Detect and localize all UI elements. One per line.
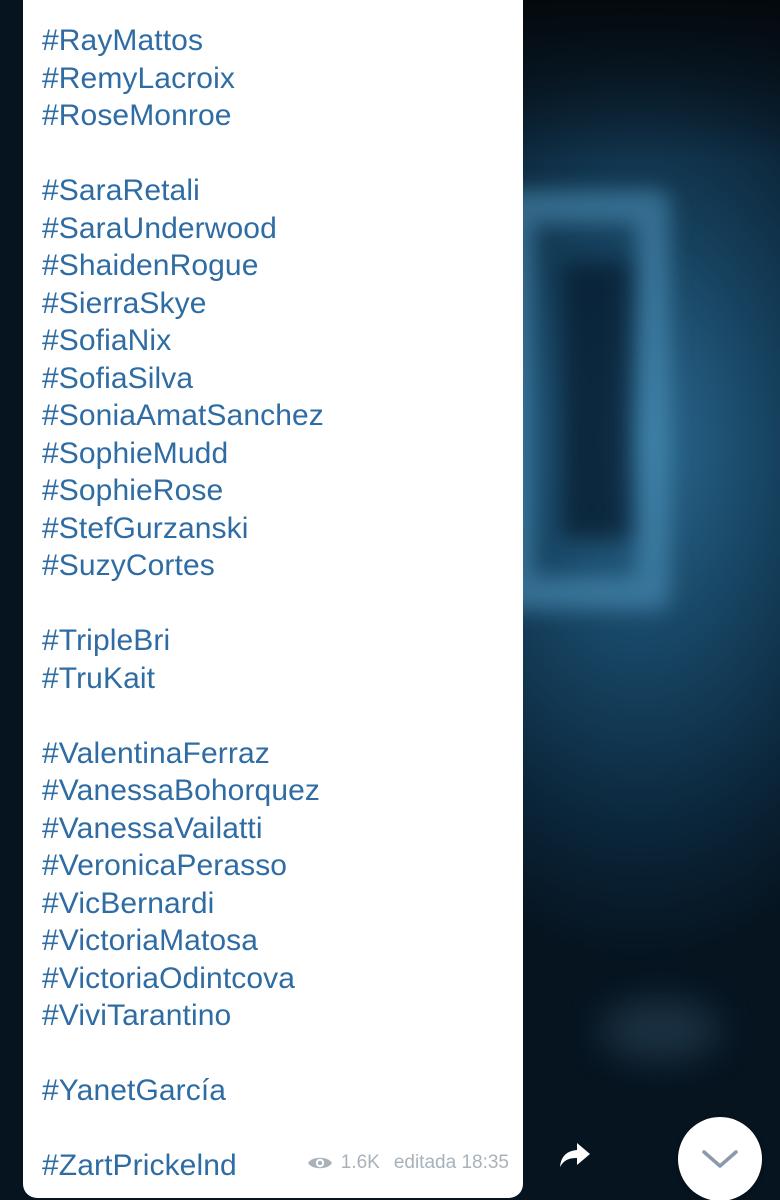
hashtag-link[interactable]: #RemyLacroix — [42, 60, 324, 98]
blank-line — [42, 1035, 324, 1073]
blank-line — [42, 585, 324, 623]
view-count: 1.6K — [340, 1152, 380, 1173]
hashtag-link[interactable]: #TruKait — [42, 660, 324, 698]
share-arrow-icon — [560, 1143, 590, 1167]
hashtag-link[interactable]: #VanessaBohorquez — [42, 772, 324, 810]
scroll-down-button[interactable] — [678, 1117, 762, 1200]
blank-line — [42, 1110, 324, 1148]
hashtag-link[interactable]: #VictoriaMatosa — [42, 922, 324, 960]
edited-timestamp: editada 18:35 — [393, 1152, 509, 1173]
hashtag-link[interactable]: #RoseMonroe — [42, 97, 324, 135]
hashtag-link[interactable]: #SierraSkye — [42, 285, 324, 323]
hashtag-link[interactable]: #SaraRetali — [42, 172, 324, 210]
blank-line — [42, 135, 324, 173]
hashtag-link[interactable]: #SuzyCortes — [42, 547, 324, 585]
chat-screen: #RayMattos #RemyLacroix #RoseMonroe #SaraRe… — [0, 0, 780, 1200]
hashtag-link[interactable]: #ZartPrickelnd — [42, 1147, 324, 1185]
hashtag-link[interactable]: #SoniaAmatSanchez — [42, 397, 324, 435]
hashtag-link[interactable]: #ViviTarantino — [42, 997, 324, 1035]
hashtag-link[interactable]: #SaraUnderwood — [42, 210, 324, 248]
message-bubble: #RayMattos #RemyLacroix #RoseMonroe #SaraRe… — [23, 0, 523, 1198]
hashtag-link[interactable]: #SofiaSilva — [42, 360, 324, 398]
blank-line — [42, 697, 324, 735]
chevron-down-icon — [702, 1150, 738, 1168]
hashtag-link[interactable]: #StefGurzanski — [42, 510, 324, 548]
hashtag-link[interactable]: #SophieMudd — [42, 435, 324, 473]
hashtag-link[interactable]: #SophieRose — [42, 472, 324, 510]
hashtag-link[interactable]: #ValentinaFerraz — [42, 735, 324, 773]
hashtag-link[interactable]: #VictoriaOdintcova — [42, 960, 324, 998]
hashtag-link[interactable]: #YanetGarcía — [42, 1072, 324, 1110]
hashtag-link[interactable]: #VeronicaPerasso — [42, 847, 324, 885]
hashtag-link[interactable]: #VanessaVailatti — [42, 810, 324, 848]
hashtag-link[interactable]: #ShaidenRogue — [42, 247, 324, 285]
eye-icon — [307, 1157, 332, 1169]
share-button[interactable] — [553, 1133, 597, 1177]
hashtag-link[interactable]: #SofiaNix — [42, 322, 324, 360]
hashtag-link[interactable]: #RayMattos — [42, 22, 324, 60]
hashtag-link[interactable]: #TripleBri — [42, 622, 324, 660]
hashtag-link[interactable]: #VicBernardi — [42, 885, 324, 923]
message-meta: 1.6K editada 18:35 — [307, 1152, 509, 1174]
hashtag-list: #RayMattos #RemyLacroix #RoseMonroe #SaraRe… — [42, 22, 324, 1185]
